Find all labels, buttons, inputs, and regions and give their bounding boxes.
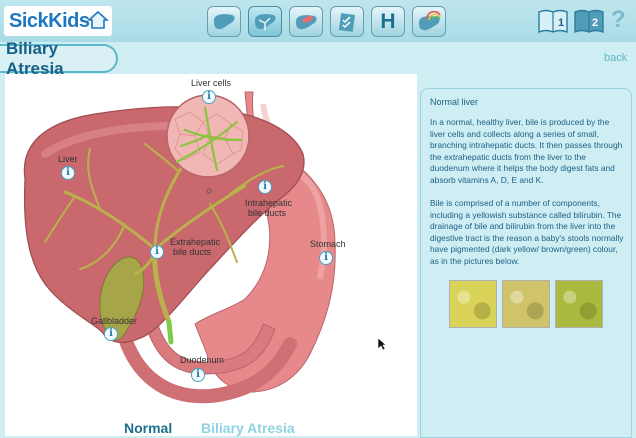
label-liver: Liver	[58, 154, 78, 164]
liver-rainbow-nav-button[interactable]	[412, 6, 446, 37]
top-toolbar: SickKids H 1 2 ?	[0, 0, 636, 42]
page-title: Biliary Atresia	[6, 38, 64, 78]
info-panel: Normal liver In a normal, healthy liver,…	[420, 88, 632, 438]
label-intrahepatic-2: bile ducts	[248, 208, 287, 218]
info-intrahepatic-icon[interactable]: i	[258, 180, 272, 194]
book-1-button[interactable]: 1	[537, 8, 569, 39]
hospital-icon: H	[380, 9, 396, 33]
page-title-pill: Biliary Atresia	[0, 39, 118, 78]
sickkids-logo[interactable]: SickKids	[4, 6, 112, 36]
info-duodenum-icon[interactable]: i	[191, 368, 205, 382]
label-extrahepatic-1: Extrahepatic	[170, 237, 221, 247]
anatomy-stage: Liver cells i Liver i i Intrahepatic bil…	[5, 74, 417, 436]
info-gallbladder-icon[interactable]: i	[104, 327, 118, 341]
liver-icon	[214, 13, 235, 29]
label-extrahepatic-2: bile ducts	[173, 247, 212, 257]
label-intrahepatic-1: Intrahepatic	[245, 198, 293, 208]
liver-nav-button[interactable]	[207, 6, 241, 37]
liver-pills-icon	[296, 14, 317, 29]
checklist-nav-button[interactable]	[330, 6, 364, 37]
book-2-button[interactable]: 2	[573, 8, 605, 39]
tab-normal[interactable]: Normal	[124, 420, 172, 436]
label-duodenum: Duodenum	[180, 355, 225, 365]
info-liver-cells-icon[interactable]: i	[202, 90, 216, 104]
liver-ducts-icon	[255, 13, 276, 30]
panel-paragraph-2: Bile is comprised of a number of compone…	[430, 198, 624, 266]
hospital-nav-button[interactable]: H	[371, 6, 405, 37]
info-stomach-icon[interactable]: i	[319, 251, 333, 265]
panel-heading: Normal liver	[430, 97, 479, 107]
info-extrahepatic-icon[interactable]: i	[150, 245, 164, 259]
help-icon[interactable]: ?	[611, 6, 626, 34]
stool-image-3	[555, 280, 603, 328]
info-liver-icon[interactable]: i	[61, 166, 75, 180]
liver-rainbow-icon	[419, 10, 441, 30]
book-2-icon: 2	[574, 9, 604, 34]
book-1-icon: 1	[538, 9, 568, 34]
book-2-label: 2	[592, 17, 598, 29]
book-1-label: 1	[558, 17, 564, 29]
label-liver-cells: Liver cells	[191, 78, 232, 88]
liver-ducts-nav-button[interactable]	[248, 6, 282, 37]
stool-image-2	[502, 280, 550, 328]
tab-biliary-atresia[interactable]: Biliary Atresia	[201, 420, 295, 436]
mouse-cursor-icon	[377, 337, 387, 351]
liver-pills-nav-button[interactable]	[289, 6, 323, 37]
checklist-icon	[338, 12, 356, 32]
stool-image-1	[449, 280, 497, 328]
label-gallbladder: Gallbladder	[91, 316, 138, 326]
back-link[interactable]: back	[604, 52, 627, 64]
label-stomach: Stomach	[310, 239, 346, 249]
panel-paragraph-1: In a normal, healthy liver, bile is prod…	[430, 117, 623, 185]
logo-text: SickKids	[9, 9, 90, 32]
home-icon[interactable]	[87, 9, 109, 31]
